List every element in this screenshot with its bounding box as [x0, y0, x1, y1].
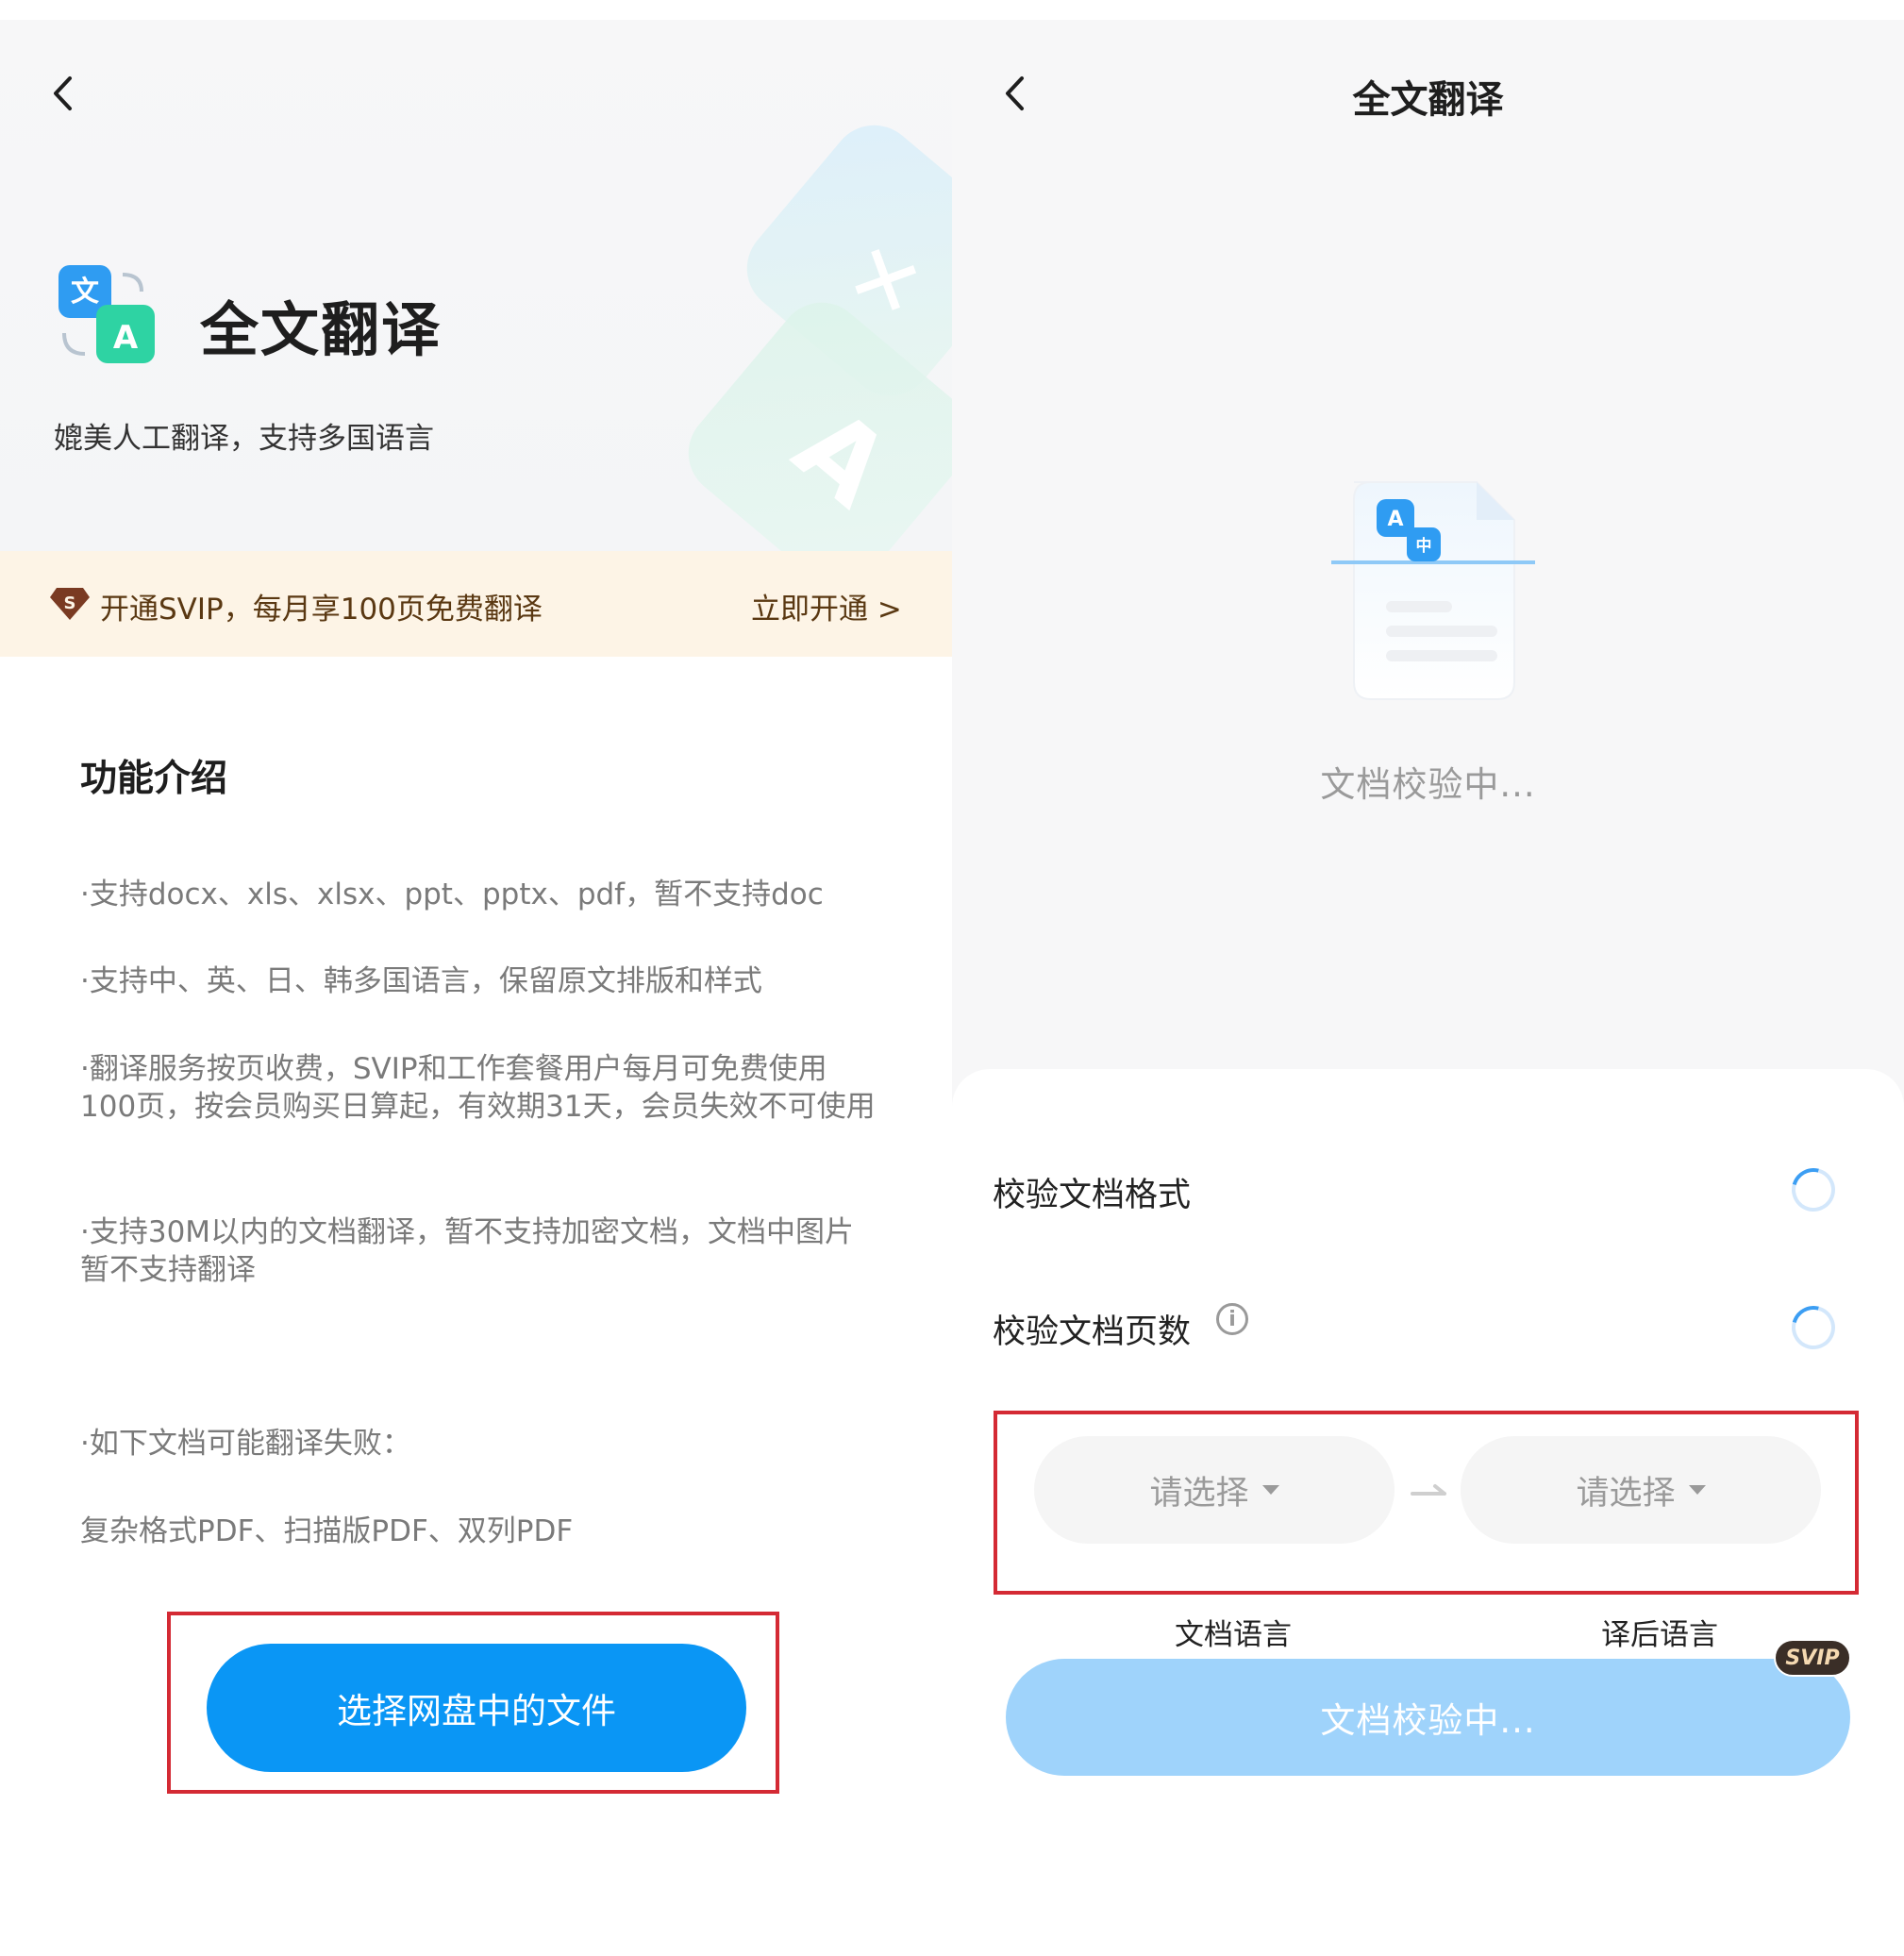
feature-item: ·支持30M以内的文档翻译，暂不支持加密文档，文档中图片暂不支持翻译 [80, 1215, 855, 1287]
svip-gem-icon: S [50, 588, 90, 620]
translate-app-icon: 文 A [58, 265, 155, 363]
svg-text:中: 中 [1416, 536, 1432, 556]
fail-title: ·如下文档可能翻译失败： [80, 1427, 411, 1461]
page-title: 全文翻译 [1352, 78, 1504, 122]
hero-section: ✕ A 文 A 全文翻译 媲美人工翻译，支持多国语言 [0, 20, 952, 551]
intro-screen: ✕ A 文 A 全文翻译 媲美人工翻译，支持多国语言 S 开通SVIP，每月享1… [0, 20, 952, 1956]
svg-text:A: A [113, 319, 139, 357]
start-translate-button[interactable]: 文档校验中... [1006, 1659, 1850, 1776]
select-file-button[interactable]: 选择网盘中的文件 [207, 1644, 746, 1772]
svg-text:文: 文 [71, 276, 99, 309]
translate-check-screen: 全文翻译 A 中 文档校验中... 校验文档格式 校验文档页数 i 请选择 请选… [952, 20, 1904, 1956]
feature-item: ·支持docx、xls、xlsx、ppt、pptx、pdf，暂不支持doc [80, 878, 824, 911]
fail-list: 复杂格式PDF、扫描版PDF、双列PDF [80, 1514, 574, 1548]
svg-text:S: S [64, 593, 76, 613]
svip-open-link[interactable]: 立即开通 > [751, 585, 902, 627]
svg-text:A: A [1387, 508, 1403, 531]
feature-item: ·翻译服务按页收费，SVIP和工作套餐用户每月可免费使用100页，按会员购买日算… [80, 1052, 876, 1124]
hero-title: 全文翻译 [200, 295, 443, 364]
back-arrow-icon[interactable] [43, 75, 81, 112]
screenshot-root: ✕ A 文 A 全文翻译 媲美人工翻译，支持多国语言 S 开通SVIP，每月享1… [0, 0, 1904, 1956]
svip-promo-text: 开通SVIP，每月享100页免费翻译 [100, 593, 543, 627]
checking-status-text: 文档校验中... [1320, 764, 1536, 805]
svip-badge: SVIP [1774, 1639, 1851, 1677]
feature-intro-title: 功能介绍 [80, 758, 228, 800]
document-translate-illustration: A 中 [1331, 481, 1535, 700]
bottom-action-area: 文档校验中... SVIP [952, 1069, 1904, 1824]
feature-item: ·支持中、英、日、韩多国语言，保留原文排版和样式 [80, 964, 762, 998]
hero-subtitle: 媲美人工翻译，支持多国语言 [54, 422, 434, 456]
